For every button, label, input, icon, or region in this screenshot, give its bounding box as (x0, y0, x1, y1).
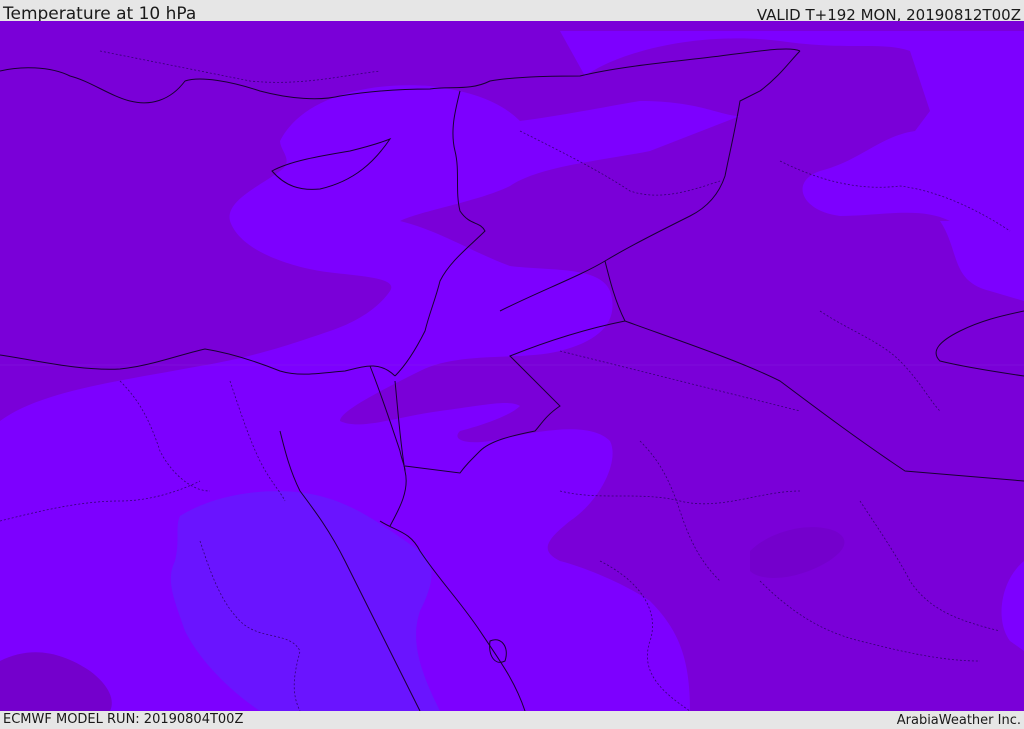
footer-bar: ECMWF MODEL RUN: 20190804T00Z ArabiaWeat… (0, 711, 1024, 729)
map-svg (0, 21, 1024, 711)
model-run-label: ECMWF MODEL RUN: 20190804T00Z (3, 712, 244, 727)
header-bar: Temperature at 10 hPa VALID T+192 MON, 2… (0, 0, 1024, 24)
weather-map-frame: Temperature at 10 hPa VALID T+192 MON, 2… (0, 0, 1024, 729)
map-canvas (0, 21, 1024, 711)
provider-label: ArabiaWeather Inc. (896, 713, 1021, 728)
